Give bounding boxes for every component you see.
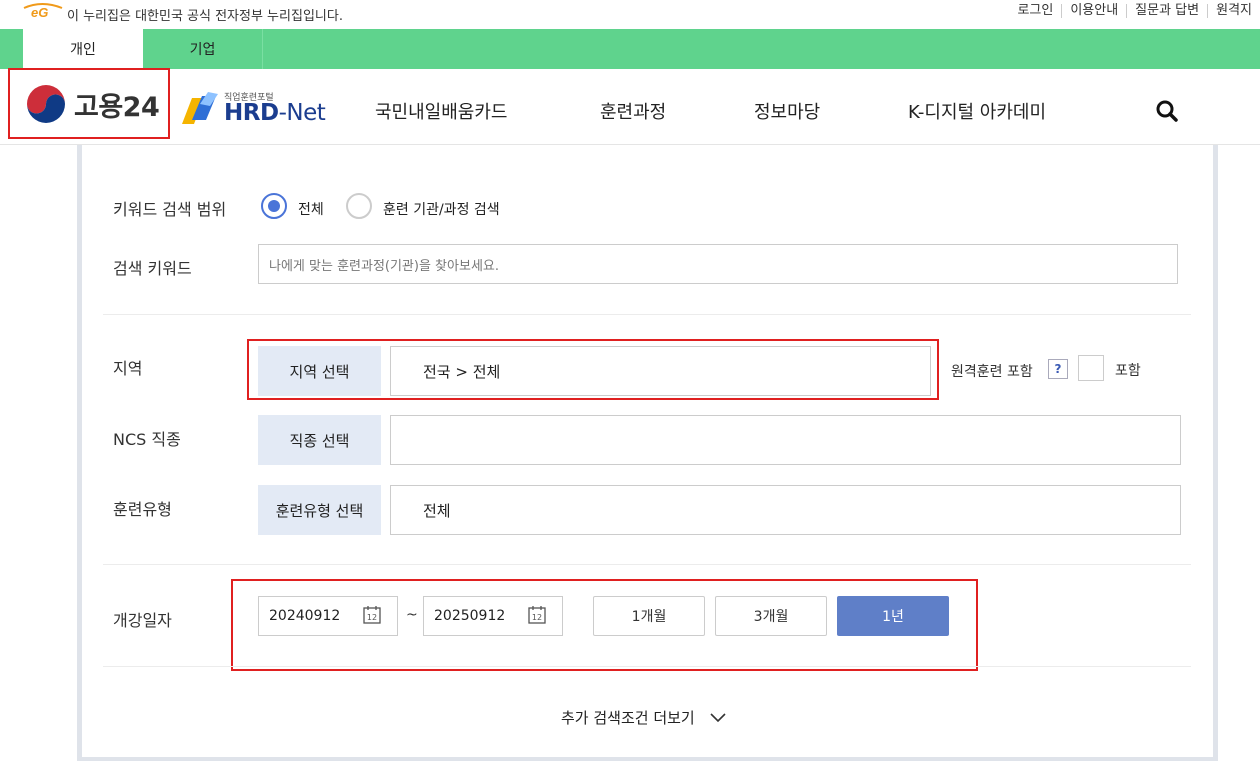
start-date-label: 개강일자: [113, 611, 172, 630]
keyword-placeholder: 나에게 맞는 훈련과정(기관)을 찾아보세요.: [269, 258, 499, 274]
nav-card[interactable]: 국민내일배움카드: [375, 98, 507, 124]
taegeuk-icon: [27, 85, 65, 123]
ncs-select-button[interactable]: 직종 선택: [258, 415, 381, 465]
section-divider: [103, 564, 1191, 565]
keyword-label: 검색 키워드: [113, 259, 192, 278]
utility-links: 로그인 이용안내 질문과 답변 원격지: [1009, 4, 1260, 18]
audience-tab-bar: 개인 기업: [0, 29, 1260, 69]
login-link[interactable]: 로그인: [1009, 4, 1061, 18]
help-icon[interactable]: ?: [1048, 359, 1068, 379]
hrd-net-logo-icon: [182, 92, 218, 124]
training-type-select-button[interactable]: 훈련유형 선택: [258, 485, 381, 535]
date-range-separator: ~: [406, 607, 418, 623]
gov-banner: eG 이 누리집은 대한민국 공식 전자정부 누리집입니다. 로그인 이용안내 …: [0, 0, 1260, 29]
date-from-value: 20240912: [269, 608, 341, 624]
remote-link[interactable]: 원격지: [1207, 4, 1260, 18]
nav-courses[interactable]: 훈련과정: [600, 98, 666, 124]
section-divider: [103, 666, 1191, 667]
chevron-down-icon: [710, 712, 726, 722]
period-1-month-button[interactable]: 1개월: [593, 596, 705, 636]
hrd-net-logo-link[interactable]: 직업훈련포털 HRD-Net: [178, 88, 328, 128]
more-conditions-label: 추가 검색조건 더보기: [561, 709, 695, 727]
keyword-scope-label: 키워드 검색 범위: [113, 200, 227, 219]
period-1-year-button[interactable]: 1년: [837, 596, 949, 636]
scope-radio-institution-label: 훈련 기관/과정 검색: [383, 202, 500, 218]
qna-link[interactable]: 질문과 답변: [1126, 4, 1207, 18]
hrd-net-wordmark: HRD-Net: [224, 100, 326, 126]
calendar-icon[interactable]: 12: [362, 605, 382, 625]
more-conditions-toggle[interactable]: 추가 검색조건 더보기: [561, 707, 727, 728]
region-label: 지역: [113, 359, 143, 378]
period-3-month-button[interactable]: 3개월: [715, 596, 827, 636]
goyong24-logo-text: 고용24: [74, 91, 160, 123]
remote-include-label: 포함: [1115, 363, 1141, 379]
scope-radio-all-label: 전체: [298, 202, 324, 218]
gov-banner-text: 이 누리집은 대한민국 공식 전자정부 누리집입니다.: [67, 9, 343, 24]
region-select-button[interactable]: 지역 선택: [258, 346, 381, 396]
svg-text:eG: eG: [31, 5, 48, 18]
keyword-input[interactable]: 나에게 맞는 훈련과정(기관)을 찾아보세요.: [258, 244, 1178, 284]
ncs-value[interactable]: [390, 415, 1181, 465]
section-divider: [103, 314, 1191, 315]
hrd-wordmark-net: -Net: [278, 100, 326, 126]
region-value[interactable]: 전국 > 전체: [390, 346, 931, 396]
calendar-icon[interactable]: 12: [527, 605, 547, 625]
nav-k-digital[interactable]: K-디지털 아카데미: [908, 98, 1046, 124]
guide-link[interactable]: 이용안내: [1061, 4, 1126, 18]
remote-training-label: 원격훈련 포함: [951, 364, 1033, 380]
date-to-value: 20250912: [434, 608, 506, 624]
egov-logo-icon: eG: [23, 3, 63, 18]
tab-personal[interactable]: 개인: [23, 29, 143, 69]
scope-radio-institution[interactable]: [346, 193, 372, 219]
svg-text:12: 12: [367, 613, 377, 622]
search-icon[interactable]: [1156, 100, 1178, 122]
svg-text:12: 12: [532, 613, 542, 622]
tab-business[interactable]: 기업: [143, 29, 263, 69]
training-type-label: 훈련유형: [113, 500, 172, 519]
training-type-value[interactable]: 전체: [390, 485, 1181, 535]
goyong24-logo-link[interactable]: 고용24: [8, 68, 170, 139]
hrd-wordmark-hrd: HRD: [224, 100, 279, 126]
remote-include-checkbox[interactable]: [1078, 355, 1104, 381]
scope-radio-all[interactable]: [261, 193, 287, 219]
nav-info[interactable]: 정보마당: [754, 98, 820, 124]
ncs-label: NCS 직종: [113, 430, 181, 449]
